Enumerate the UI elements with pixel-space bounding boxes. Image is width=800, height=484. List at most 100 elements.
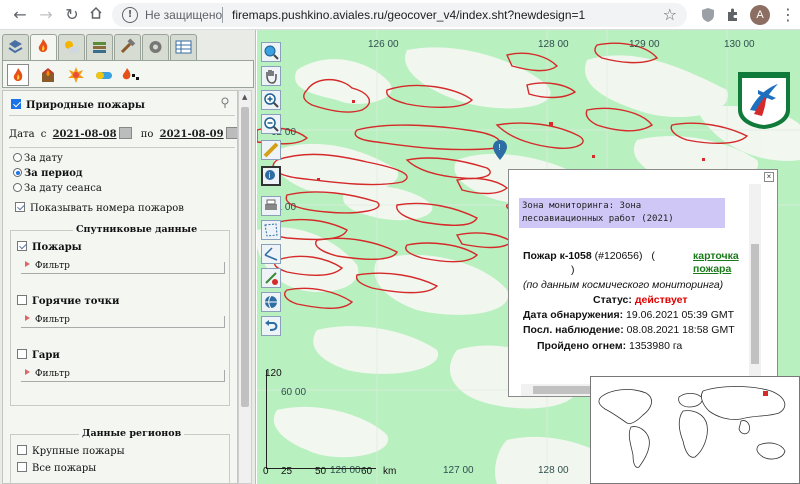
panel-scrollbar[interactable]: ▲ [238, 90, 252, 484]
url-text[interactable]: firemaps.pushkino.aviales.ru/geocover_v4… [232, 8, 585, 22]
divider [9, 115, 235, 116]
print-icon[interactable] [261, 196, 281, 216]
scale-unit: km [383, 466, 397, 477]
browser-menu-icon[interactable]: ⋮ [780, 5, 796, 25]
radio-by-date-row[interactable]: За дату [13, 153, 63, 164]
status-row: Статус: действует [593, 294, 688, 306]
show-numbers-row[interactable]: Показывать номера пожаров [15, 202, 184, 214]
browser-toolbar: ← → ↻ ! Не защищено firemaps.pushkino.av… [0, 0, 800, 30]
large-fires-row[interactable]: Крупные пожары [17, 445, 125, 457]
hotspots-filter[interactable]: Фильтр [21, 315, 225, 328]
expand-triangle-icon[interactable] [25, 369, 30, 375]
detected-row: Дата обнаружения: 19.06.2021 05:39 GMT [523, 309, 734, 321]
date-to-field[interactable]: 2021-08-09 [160, 129, 224, 140]
radio-by-session-row[interactable]: За дату сеанса [13, 183, 102, 194]
radio-by-session-label: За дату сеанса [24, 183, 102, 194]
radio-by-date[interactable] [13, 153, 22, 162]
building-fire-icon[interactable] [37, 64, 59, 86]
forward-icon[interactable]: → [36, 5, 56, 25]
radio-by-period[interactable] [13, 168, 22, 177]
card-open-paren: ( [651, 250, 655, 262]
coord-top-4: 130 00 [724, 39, 755, 50]
popup-vscroll[interactable] [749, 184, 761, 384]
aviales-logo[interactable] [736, 70, 792, 130]
burns-filter[interactable]: Фильтр [21, 369, 225, 382]
fire-capsule-icon[interactable] [93, 64, 115, 86]
all-fires-row[interactable]: Все пожары [17, 462, 96, 474]
popup-vscroll-thumb[interactable] [751, 244, 759, 364]
natural-fires-label: Природные пожары [26, 100, 145, 111]
natural-fires-checkbox[interactable] [11, 99, 21, 109]
all-fires-checkbox[interactable] [17, 462, 27, 472]
home-icon[interactable] [86, 5, 106, 25]
polygon-select-icon[interactable] [261, 220, 281, 240]
source-note: (по данным космического мониторинга) [523, 279, 724, 291]
hotspot-burst-icon[interactable] [65, 64, 87, 86]
security-label[interactable]: Не защищено [145, 8, 222, 22]
fires-label: Пожары [32, 242, 82, 253]
last-obs-value: 08.08.2021 18:58 GMT [626, 324, 735, 336]
shield-extension-icon[interactable] [699, 6, 717, 24]
natural-fires-info-icon[interactable] [221, 97, 231, 112]
not-secure-icon[interactable]: ! [122, 7, 138, 23]
expand-triangle-icon[interactable] [25, 261, 30, 267]
burns-checkbox[interactable] [17, 349, 27, 359]
fire-location-marker-icon[interactable]: ! [492, 139, 508, 161]
zoom-extent-icon[interactable] [261, 42, 281, 62]
hotspots-checkbox[interactable] [17, 295, 27, 305]
zoom-out-icon[interactable] [261, 114, 281, 134]
tab-weather-icon[interactable] [58, 34, 85, 60]
tab-tools-icon[interactable] [114, 34, 141, 60]
omnibox-divider [222, 7, 223, 23]
pan-hand-icon[interactable] [261, 66, 281, 86]
undo-icon[interactable] [261, 316, 281, 336]
popup-close-icon[interactable]: × [764, 172, 774, 182]
show-numbers-checkbox[interactable] [15, 202, 25, 212]
bookmark-star-icon[interactable]: ☆ [663, 5, 677, 24]
date-from-field[interactable]: 2021-08-08 [53, 129, 117, 140]
tab-stack-icon[interactable] [86, 34, 113, 60]
all-fires-label: Все пожары [32, 463, 97, 474]
fire-subtoolbar [2, 60, 254, 88]
tab-layers-icon[interactable] [2, 34, 29, 60]
profile-avatar[interactable]: A [750, 5, 770, 25]
panel-scrollbar-thumb[interactable] [241, 107, 249, 407]
date-from-calendar-icon[interactable] [118, 127, 132, 139]
tab-settings-icon[interactable] [142, 34, 169, 60]
info-tool-icon[interactable]: i [261, 166, 281, 186]
address-bar[interactable]: ! Не защищено firemaps.pushkino.aviales.… [112, 3, 687, 27]
back-icon[interactable]: ← [10, 5, 30, 25]
fires-layer-row[interactable]: Пожары [17, 241, 82, 253]
expand-triangle-icon[interactable] [25, 315, 30, 321]
draw-line-icon[interactable] [261, 244, 281, 264]
radio-by-period-row[interactable]: За период [13, 168, 83, 179]
fires-checkbox[interactable] [17, 241, 27, 251]
fire-dots-icon[interactable] [119, 64, 141, 86]
fire-card-link[interactable]: карточка пожара [693, 250, 749, 276]
card-close-wrap: ) [571, 264, 575, 276]
last-obs-row: Посл. наблюдение: 08.08.2021 18:58 GMT [523, 324, 735, 336]
tab-table-icon[interactable] [170, 34, 197, 60]
date-to-calendar-icon[interactable] [225, 127, 237, 139]
burns-layer-row[interactable]: Гари [17, 349, 60, 361]
radio-by-session[interactable] [13, 183, 22, 192]
tab-fire-icon[interactable] [30, 34, 57, 61]
fire-layers-content: Природные пожары Дата с 2021-08-08 по 20… [2, 90, 238, 484]
radio-by-period-label: За период [24, 168, 83, 179]
satellite-section-title: Спутниковые данные [73, 224, 201, 235]
burns-label: Гари [32, 350, 60, 361]
natural-fires-icon[interactable] [7, 64, 29, 86]
scroll-up-icon[interactable]: ▲ [242, 93, 247, 101]
coord-bottom-3: 128 00 [538, 465, 569, 476]
map-view[interactable]: ! 126 00 128 00 129 00 130 00 62 00 61 0… [257, 30, 800, 484]
fires-filter[interactable]: Фильтр [21, 261, 225, 274]
ruler-icon[interactable] [261, 140, 281, 160]
overview-minimap[interactable] [590, 376, 800, 484]
hotspots-layer-row[interactable]: Горячие точки [17, 295, 119, 307]
bookmark-point-icon[interactable] [261, 268, 281, 288]
extensions-puzzle-icon[interactable] [724, 6, 742, 24]
zoom-in-icon[interactable] [261, 90, 281, 110]
globe-layers-icon[interactable] [261, 292, 281, 312]
large-fires-checkbox[interactable] [17, 445, 27, 455]
reload-icon[interactable]: ↻ [62, 5, 82, 25]
